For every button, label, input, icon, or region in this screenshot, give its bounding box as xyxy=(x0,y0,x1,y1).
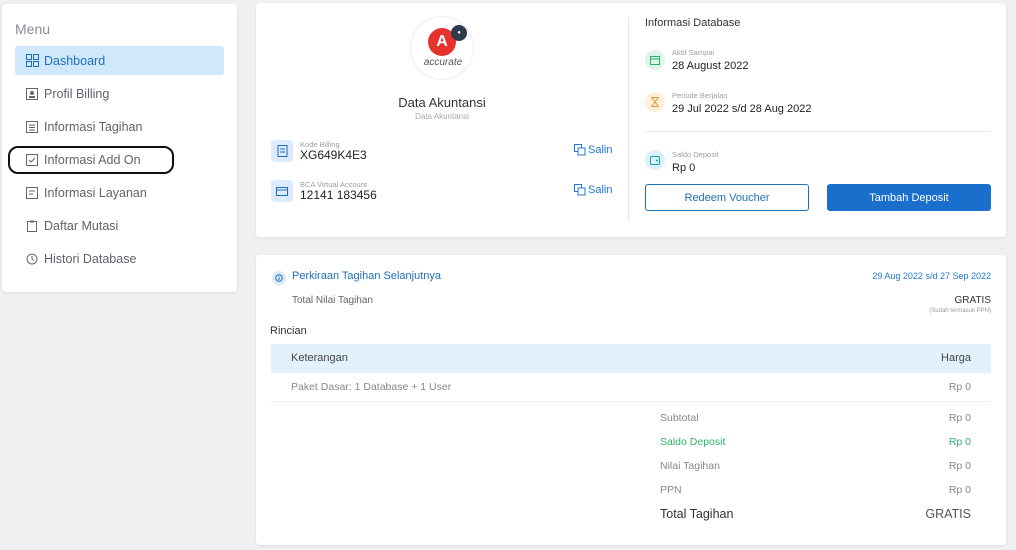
deposit-label: Saldo Deposit xyxy=(672,150,719,159)
row-divider xyxy=(271,401,991,402)
period-value: 29 Jul 2022 s/d 28 Aug 2022 xyxy=(672,103,812,115)
vertical-divider xyxy=(628,17,629,222)
clipboard-icon xyxy=(25,219,39,233)
grand-total-label: Total Tagihan xyxy=(660,507,734,521)
copy-virtual-account-button[interactable]: Salin xyxy=(574,184,612,196)
sidebar-item-histori-database[interactable]: Histori Database xyxy=(15,244,224,273)
column-header-price: Harga xyxy=(941,352,971,364)
bill-value-amount: Rp 0 xyxy=(948,460,971,472)
details-title: Rincian xyxy=(270,325,307,337)
active-until-label: Aktif Sampai xyxy=(672,48,715,57)
accurate-logo: A ● accurate xyxy=(410,16,474,80)
billing-code-value: XG649K4E3 xyxy=(300,148,367,162)
service-icon xyxy=(25,186,39,200)
summary-deposit-label: Saldo Deposit xyxy=(660,436,726,448)
calendar-icon xyxy=(645,50,665,70)
menu-title: Menu xyxy=(15,21,51,37)
column-header-description: Keterangan xyxy=(291,352,348,364)
history-icon xyxy=(25,252,39,266)
summary-deposit-value: Rp 0 xyxy=(948,436,971,448)
account-card: A ● accurate Data Akuntansi Data Akuntan… xyxy=(256,3,1006,237)
sidebar-item-label: Histori Database xyxy=(44,251,137,266)
deposit-value: Rp 0 xyxy=(672,162,696,174)
total-bill-note: (Sudah termasuk PPN) xyxy=(929,308,991,314)
subtotal-value: Rp 0 xyxy=(948,412,971,424)
copy-label: Salin xyxy=(588,184,613,196)
total-bill-label: Total Nilai Tagihan xyxy=(292,295,373,306)
horizontal-divider xyxy=(645,131,991,132)
invoice-icon xyxy=(25,120,39,134)
sidebar-item-label: Profil Billing xyxy=(44,86,110,101)
sidebar-item-profil-billing[interactable]: Profil Billing xyxy=(15,79,224,108)
sidebar-item-informasi-add-on[interactable]: Informasi Add On xyxy=(15,145,224,174)
info-icon xyxy=(272,271,286,285)
copy-icon xyxy=(574,184,586,196)
sidebar-item-label: Informasi Layanan xyxy=(44,185,147,200)
sidebar-item-informasi-layanan[interactable]: Informasi Layanan xyxy=(15,178,224,207)
bill-value-label: Nilai Tagihan xyxy=(660,460,720,472)
estimate-title: Perkiraan Tagihan Selanjutnya xyxy=(292,270,442,282)
sidebar-item-daftar-mutasi[interactable]: Daftar Mutasi xyxy=(15,211,224,240)
database-info-title: Informasi Database xyxy=(645,17,741,29)
period-label: Periode Berjalan xyxy=(672,91,728,100)
details-table-header: Keterangan Harga xyxy=(271,344,991,373)
profile-icon xyxy=(25,87,39,101)
hourglass-icon xyxy=(645,92,665,112)
total-bill-value: GRATIS xyxy=(954,295,991,306)
active-until-value: 28 August 2022 xyxy=(672,60,749,72)
sidebar-item-label: Informasi Add On xyxy=(44,152,141,167)
sidebar-item-informasi-tagihan[interactable]: Informasi Tagihan xyxy=(15,112,224,141)
add-deposit-button[interactable]: Tambah Deposit xyxy=(827,184,991,211)
logo-wordmark: accurate xyxy=(423,57,463,68)
ppn-label: PPN xyxy=(660,484,682,496)
ppn-value: Rp 0 xyxy=(948,484,971,496)
sidebar-item-label: Daftar Mutasi xyxy=(44,218,119,233)
table-row-description: Paket Dasar: 1 Database + 1 User xyxy=(291,381,452,393)
document-icon xyxy=(271,140,293,162)
estimate-date-range: 29 Aug 2022 s/d 27 Sep 2022 xyxy=(872,271,991,281)
copy-billing-code-button[interactable]: Salin xyxy=(574,144,612,156)
table-row-price: Rp 0 xyxy=(948,381,971,393)
redeem-voucher-button[interactable]: Redeem Voucher xyxy=(645,184,809,211)
sidebar: Menu Dashboard Profil Billing Informasi … xyxy=(2,4,237,292)
account-subtitle: Data Akuntansi xyxy=(415,112,469,121)
card-icon xyxy=(271,180,293,202)
wallet-icon xyxy=(645,150,665,170)
account-title: Data Akuntansi xyxy=(398,95,486,110)
sidebar-item-label: Dashboard xyxy=(44,53,106,68)
copy-label: Salin xyxy=(588,144,613,156)
virtual-account-value: 12141 183456 xyxy=(300,188,377,202)
estimate-card: Perkiraan Tagihan Selanjutnya 29 Aug 202… xyxy=(256,255,1006,545)
sidebar-item-dashboard[interactable]: Dashboard xyxy=(15,46,224,75)
addon-icon xyxy=(25,153,39,167)
dashboard-icon xyxy=(25,54,39,68)
grand-total-value: GRATIS xyxy=(925,507,971,521)
logo-badge-icon: ● xyxy=(451,25,467,41)
copy-icon xyxy=(574,144,586,156)
subtotal-label: Subtotal xyxy=(660,412,699,424)
sidebar-item-label: Informasi Tagihan xyxy=(44,119,143,134)
